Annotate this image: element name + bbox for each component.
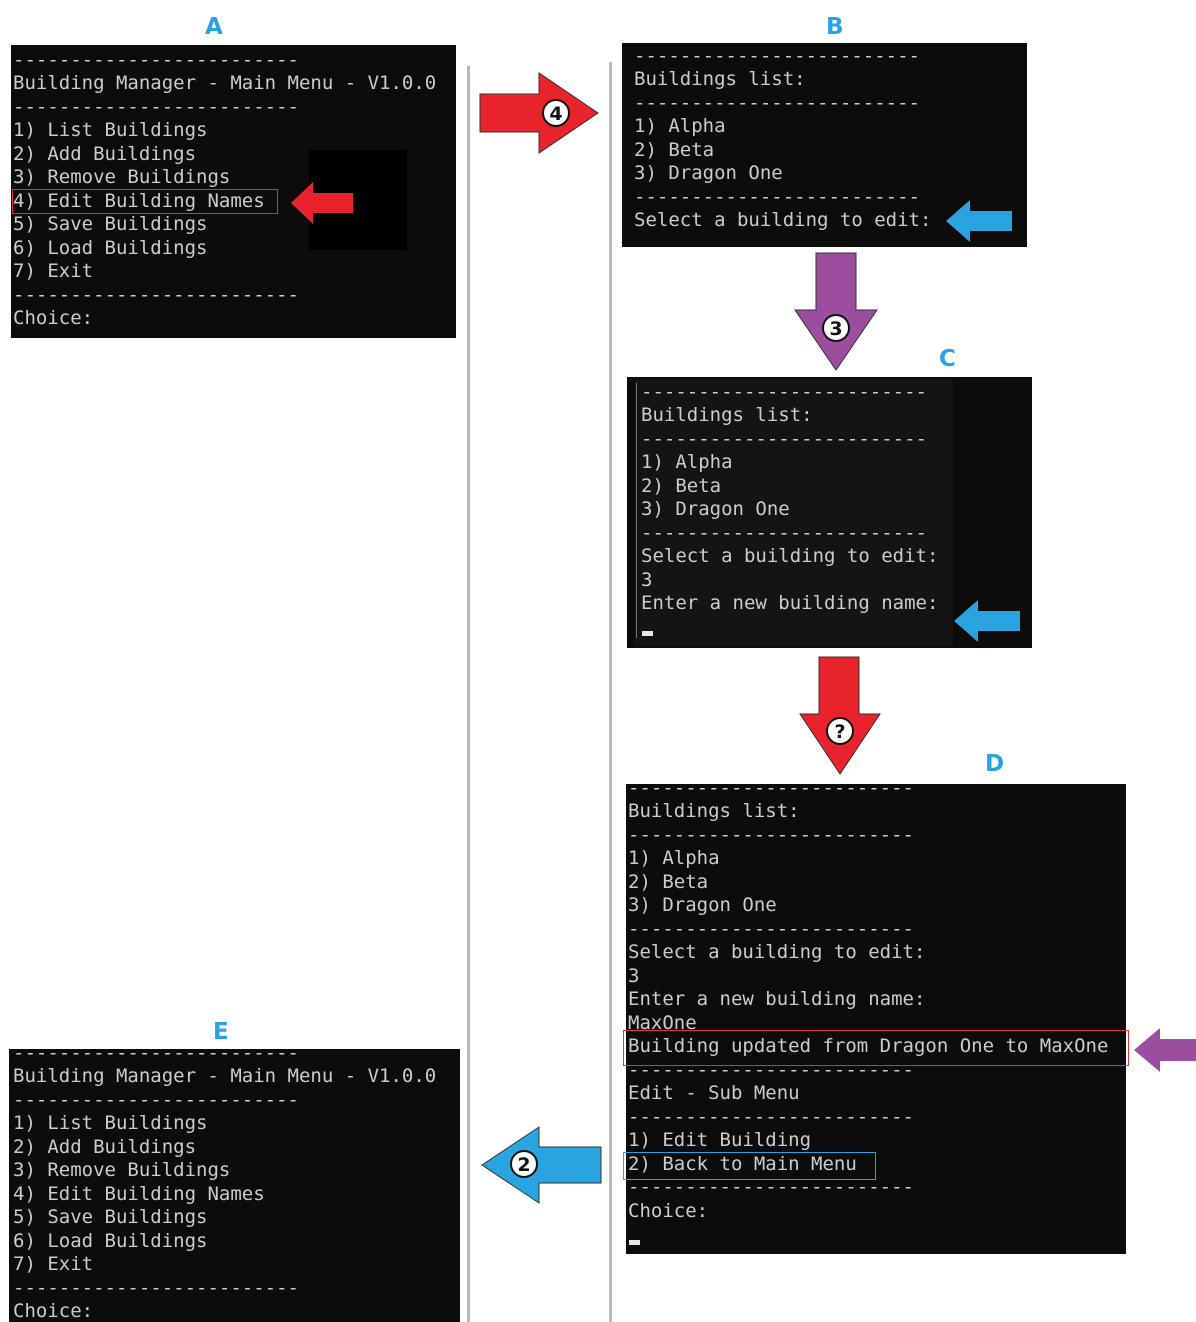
menu-title: Building Manager - Main Menu - V1.0.0 (13, 72, 437, 94)
scroll-edge (636, 383, 637, 638)
step-number-2: 2 (517, 1154, 530, 1176)
submenu-item-edit: 1) Edit Building (628, 1129, 812, 1151)
flow-arrow-d-to-e: 2 (481, 1126, 602, 1204)
pointer-arrow-d-shape (1134, 1028, 1196, 1072)
pointer-arrow-c (954, 600, 1020, 642)
list-title: Buildings list: (641, 404, 813, 426)
list-item: 1) Alpha (628, 847, 720, 869)
terminal-line: ------------------------- (13, 96, 299, 118)
menu-item-edit: 4) Edit Building Names (13, 1183, 265, 1205)
flow-arrow-c-to-d-shape (799, 656, 881, 775)
terminal-line: ------------------------- (13, 1277, 299, 1299)
flow-arrow-a-to-b-shape (479, 72, 599, 154)
choice-prompt: Choice: (13, 307, 94, 329)
list-item: 2) Beta (634, 139, 715, 161)
list-item: 2) Beta (628, 871, 709, 893)
panel-label-b: B (826, 14, 844, 40)
flow-arrow-b-to-c: 3 (794, 252, 878, 371)
menu-item-remove: 3) Remove Buildings (13, 1159, 231, 1181)
choice-prompt: Choice: (628, 1200, 709, 1222)
menu-item-add: 2) Add Buildings (13, 1136, 197, 1158)
pointer-arrow-a-shape (291, 182, 353, 224)
highlight-box-update (623, 1030, 1129, 1066)
menu-item-list: 1) List Buildings (13, 119, 208, 141)
terminal-line: ------------------------- (628, 824, 914, 846)
list-title: Buildings list: (634, 68, 806, 90)
pointer-arrow-c-shape (954, 600, 1020, 642)
panel-label-e: E (213, 1019, 229, 1045)
pointer-arrow-b (946, 200, 1012, 242)
terminal-line: ------------------------- (628, 1106, 914, 1128)
step-number-3: 3 (829, 318, 842, 340)
terminal-line: ------------------------- (634, 92, 920, 114)
user-input: 3 (628, 965, 640, 987)
terminal-line: ------------------------- (13, 1049, 299, 1064)
list-item: 2) Beta (641, 475, 722, 497)
menu-item-load: 6) Load Buildings (13, 237, 208, 259)
panel-label-d: D (985, 751, 1005, 777)
menu-item-load: 6) Load Buildings (13, 1230, 208, 1252)
panel-label-a: A (205, 14, 223, 40)
flow-arrow-b-to-c-shape (794, 252, 878, 371)
flow-arrow-a-to-b: 4 (479, 72, 599, 154)
list-title: Buildings list: (628, 800, 800, 822)
highlight-box-back (623, 1152, 876, 1180)
pointer-arrow-a (291, 182, 353, 224)
divider-line-right (609, 62, 612, 1322)
menu-item-save: 5) Save Buildings (13, 1206, 208, 1228)
menu-title: Building Manager - Main Menu - V1.0.0 (13, 1065, 437, 1087)
menu-item-exit: 7) Exit (13, 260, 94, 282)
menu-item-list: 1) List Buildings (13, 1112, 208, 1134)
list-item: 1) Alpha (634, 115, 726, 137)
choice-prompt: Choice: (13, 1300, 94, 1322)
highlight-box-edit (12, 189, 278, 214)
pointer-arrow-b-shape (946, 200, 1012, 242)
menu-item-add: 2) Add Buildings (13, 143, 197, 165)
terminal-line: ------------------------- (634, 45, 920, 67)
terminal-e: ------------------------- Building Manag… (9, 1049, 460, 1322)
terminal-line: ------------------------- (628, 784, 914, 799)
select-prompt: Select a building to edit: (628, 941, 926, 963)
pointer-arrow-d (1134, 1028, 1196, 1072)
flow-arrow-d-to-e-shape (481, 1126, 602, 1204)
menu-item-save: 5) Save Buildings (13, 213, 208, 235)
submenu-title: Edit - Sub Menu (628, 1082, 800, 1104)
terminal-a: ------------------------- Building Manag… (11, 45, 456, 338)
terminal-line: ------------------------- (13, 49, 299, 71)
terminal-d: ------------------------- Buildings list… (626, 784, 1126, 1254)
select-prompt: Select a building to edit: (641, 545, 939, 567)
name-prompt: Enter a new building name: (641, 592, 939, 614)
menu-item-exit: 7) Exit (13, 1253, 94, 1275)
select-prompt: Select a building to edit: (634, 209, 932, 231)
terminal-line: ------------------------- (13, 1089, 299, 1111)
divider-line-left (467, 66, 470, 1322)
list-item: 1) Alpha (641, 451, 733, 473)
list-item: 3) Dragon One (634, 162, 783, 184)
terminal-line: ------------------------- (641, 522, 927, 544)
terminal-line: ------------------------- (641, 381, 927, 403)
terminal-line: ------------------------- (641, 428, 927, 450)
panel-label-c: C (939, 346, 956, 372)
cursor (629, 1240, 640, 1245)
step-number-4: 4 (549, 103, 562, 125)
menu-item-remove: 3) Remove Buildings (13, 166, 231, 188)
cursor (642, 631, 653, 636)
user-input: 3 (641, 569, 653, 591)
list-item: 3) Dragon One (641, 498, 790, 520)
name-prompt: Enter a new building name: (628, 988, 926, 1010)
list-item: 3) Dragon One (628, 894, 777, 916)
terminal-line: ------------------------- (634, 186, 920, 208)
flow-arrow-c-to-d: ? (799, 656, 881, 775)
step-number-unknown: ? (834, 721, 845, 743)
terminal-line: ------------------------- (13, 284, 299, 306)
terminal-line: ------------------------- (628, 918, 914, 940)
